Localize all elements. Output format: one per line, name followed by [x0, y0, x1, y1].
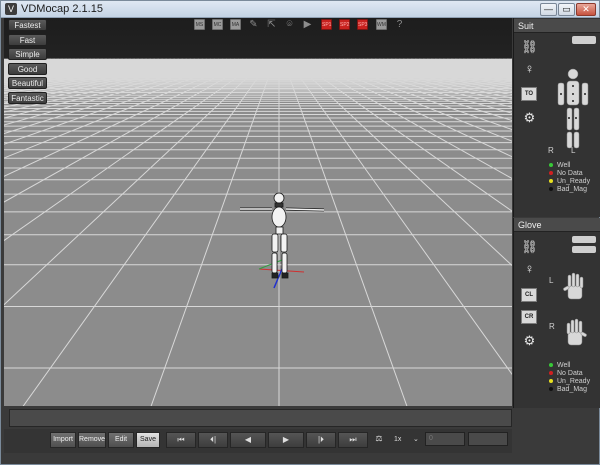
viewport-3d[interactable]: Fastest Fast Simple Good Beautiful Fantastic — [4, 18, 512, 406]
glove-settings-icon[interactable]: ⚙ — [520, 333, 539, 349]
import-button[interactable]: Import — [50, 432, 76, 448]
mc-button[interactable]: MC — [212, 19, 223, 30]
link-icon[interactable]: ⛓ — [520, 39, 539, 55]
quality-button-good[interactable]: Good — [8, 62, 47, 75]
status-dot-icon — [549, 387, 553, 392]
quality-button-simple[interactable]: Simple — [8, 48, 47, 60]
floor-grid — [4, 18, 512, 406]
window-title: VDMocap 2.1.15 — [21, 3, 103, 15]
save-button[interactable]: Save — [136, 432, 160, 448]
legend-item: Un_Ready — [549, 178, 590, 186]
suit-body-figure — [557, 68, 589, 149]
tpose-icon[interactable]: ♀ — [520, 61, 539, 76]
suit-left-label: L — [571, 146, 576, 155]
legend-item: Well — [549, 362, 570, 370]
suit-panel-title: Suit — [514, 19, 600, 33]
status-dot-icon — [549, 163, 553, 168]
legend-item: No Data — [549, 370, 583, 378]
step-forward-button[interactable]: |⏵ — [306, 432, 336, 448]
cl-button[interactable]: CL — [521, 288, 537, 302]
step-back-button[interactable]: ⏴| — [198, 432, 228, 448]
speed-adjust-icon[interactable]: ⚖ — [371, 432, 387, 448]
left-hand-icon — [563, 272, 584, 300]
title-bar: V VDMocap 2.1.15 — ▭ ✕ — [1, 1, 599, 18]
status-dot-icon — [549, 379, 553, 384]
legend-label: No Data — [557, 370, 583, 377]
glove-panel-title: Glove — [514, 218, 600, 232]
quality-button-fast[interactable]: Fast — [8, 33, 47, 46]
remove-button[interactable]: Remove — [78, 432, 106, 448]
first-frame-button[interactable]: ⏮ — [166, 432, 196, 448]
rewind-button[interactable]: ◀ — [230, 432, 266, 448]
settings-icon[interactable]: ⚙ — [520, 110, 539, 126]
to-button[interactable]: TO — [521, 87, 537, 101]
help-icon[interactable]: ? — [394, 19, 405, 30]
glove-battery-right-icon — [572, 246, 596, 253]
play-button[interactable]: ▶ — [268, 432, 304, 448]
transport-bar: Import Remove Edit Save ⏮ ⏴| ◀ ▶ |⏵ ⏭ ⚖ … — [4, 429, 512, 453]
legend-label: Un_Ready — [557, 378, 591, 385]
ma-button[interactable]: MA — [230, 19, 241, 30]
glove-tpose-icon[interactable]: ♀ — [520, 261, 539, 276]
frame-end-input[interactable] — [468, 432, 508, 446]
status-dot-icon — [549, 371, 553, 376]
record-button-1[interactable]: SP1 — [321, 19, 332, 30]
cr-button[interactable]: CR — [521, 310, 537, 324]
record-button-3[interactable]: SP3 — [357, 19, 368, 30]
legend-item: Bad_Mag — [549, 386, 587, 394]
timeline-track[interactable] — [9, 409, 512, 427]
quality-button-fastest[interactable]: Fastest — [8, 19, 47, 31]
edit-icon[interactable]: ✎ — [248, 19, 259, 30]
status-dot-icon — [549, 363, 553, 368]
app-logo-icon: V — [5, 3, 17, 15]
quality-button-fantastic[interactable]: Fantastic — [8, 91, 47, 104]
app-window: V VDMocap 2.1.15 — ▭ ✕ Fastest Fast Simp… — [0, 0, 600, 465]
glove-right-label: R — [549, 322, 555, 331]
edit-button[interactable]: Edit — [108, 432, 134, 448]
status-dot-icon — [549, 179, 553, 184]
close-button[interactable]: ✕ — [576, 3, 596, 16]
legend-item: Un_Ready — [549, 378, 590, 386]
legend-item: Bad_Mag — [549, 186, 587, 194]
camera-icon[interactable]: ⌾ — [284, 19, 295, 30]
legend-label: Bad_Mag — [557, 186, 587, 193]
legend-item: Well — [549, 162, 570, 170]
record-button-2[interactable]: SP2 — [339, 19, 350, 30]
glove-left-label: L — [549, 276, 554, 285]
last-frame-button[interactable]: ⏭ — [338, 432, 368, 448]
legend-label: Bad_Mag — [557, 386, 587, 393]
minimize-button[interactable]: — — [540, 3, 557, 16]
export-icon[interactable]: ⇱ — [266, 19, 277, 30]
legend-label: Well — [557, 162, 571, 169]
maximize-button[interactable]: ▭ — [558, 3, 575, 16]
legend-item: No Data — [549, 170, 583, 178]
right-hand-icon — [566, 318, 587, 346]
speed-value[interactable]: 1x — [394, 432, 401, 448]
glove-link-icon[interactable]: ⛓ — [520, 239, 539, 255]
status-dot-icon — [549, 187, 553, 192]
glove-battery-left-icon — [572, 236, 596, 243]
wm-button[interactable]: WM — [376, 19, 387, 30]
frame-input[interactable]: 0 — [425, 432, 465, 446]
video-icon[interactable]: ▶ — [302, 19, 313, 30]
suit-right-label: R — [548, 146, 554, 155]
battery-icon — [572, 36, 596, 44]
legend-label: No Data — [557, 170, 583, 177]
ms-button[interactable]: MS — [194, 19, 205, 30]
quality-button-beautiful[interactable]: Beautiful — [8, 77, 47, 89]
status-dot-icon — [549, 171, 553, 176]
legend-label: Un_Ready — [557, 178, 591, 185]
speed-dropdown-icon[interactable]: ⌄ — [413, 432, 419, 448]
legend-label: Well — [557, 362, 571, 369]
